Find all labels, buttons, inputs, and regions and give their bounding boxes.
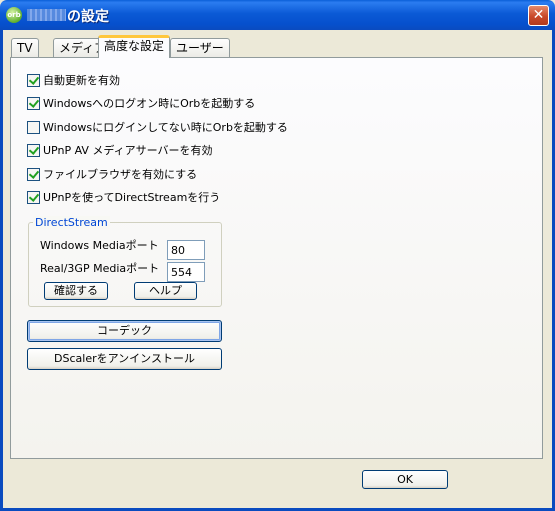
option-auto-update[interactable]: 自動更新を有効 [27,73,120,87]
option-label: ファイルブラウザを有効にする [43,168,198,181]
real-media-port-label: Real/3GP Mediaポート [40,262,160,275]
tab-advanced-settings[interactable]: 高度な設定 [98,35,171,58]
codec-button[interactable]: コーデック [27,320,222,342]
option-label: UPnP AV メディアサーバーを有効 [43,144,213,157]
checkbox[interactable] [27,143,40,157]
ok-button[interactable]: OK [362,470,448,489]
real-media-port-input[interactable] [167,262,205,282]
directstream-group-title: DirectStream [33,216,110,229]
option-start-on-logon[interactable]: Windowsへのログオン時にOrbを起動する [27,96,255,110]
window-title: の設定 [67,9,109,25]
confirm-button[interactable]: 確認する [44,282,108,300]
option-label: 自動更新を有効 [43,74,120,87]
checkbox[interactable] [27,190,40,204]
option-start-without-login[interactable]: Windowsにログインしてない時にOrbを起動する [27,120,288,134]
option-label: Windowsにログインしてない時にOrbを起動する [43,121,288,134]
windows-media-port-label: Windows Mediaポート [40,239,159,252]
uninstall-dscaler-button[interactable]: DScalerをアンインストール [27,348,222,370]
help-button[interactable]: ヘルプ [134,282,197,300]
option-upnp-media-server[interactable]: UPnP AV メディアサーバーを有効 [27,143,213,157]
window-frame-left [0,30,3,511]
tab-tv[interactable]: TV [11,38,39,57]
orb-logo-icon: orb [6,7,22,23]
close-button[interactable]: ✕ [528,5,549,26]
option-label: UPnPを使ってDirectStreamを行う [43,191,221,204]
option-label: Windowsへのログオン時にOrbを起動する [43,97,256,110]
checkbox[interactable] [27,73,40,87]
title-bar[interactable]: orb の設定 ✕ [0,0,555,30]
redacted-app-name [27,9,66,21]
tab-users[interactable]: ユーザー [170,38,230,57]
checkbox[interactable] [27,167,40,181]
option-upnp-directstream[interactable]: UPnPを使ってDirectStreamを行う [27,190,220,204]
option-file-browser[interactable]: ファイルブラウザを有効にする [27,167,197,181]
checkbox[interactable] [27,96,40,110]
checkbox[interactable] [27,120,40,134]
windows-media-port-input[interactable] [167,240,205,260]
